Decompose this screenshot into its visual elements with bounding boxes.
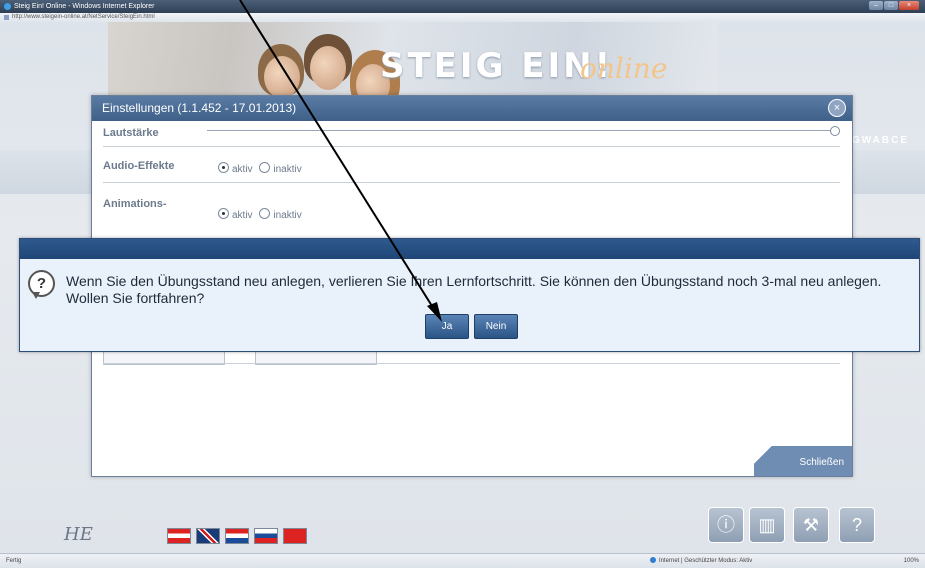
annotation-arrow-icon: [239, 0, 442, 322]
